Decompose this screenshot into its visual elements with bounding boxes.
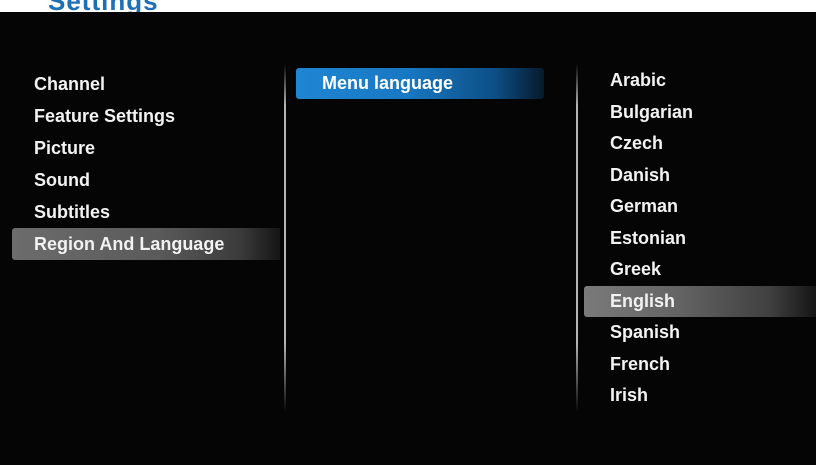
language-option-bulgarian[interactable]: Bulgarian [584,97,816,129]
language-option-german[interactable]: German [584,191,816,223]
settings-category-list: Channel Feature Settings Picture Sound S… [12,68,280,260]
menu-item-subtitles[interactable]: Subtitles [12,196,280,228]
menu-item-channel[interactable]: Channel [12,68,280,100]
top-banner: Settings [0,0,816,12]
language-option-french[interactable]: French [584,349,816,381]
language-option-arabic[interactable]: Arabic [584,65,816,97]
submenu-item-menu-language[interactable]: Menu language [296,68,544,99]
language-option-spanish[interactable]: Spanish [584,317,816,349]
language-option-estonian[interactable]: Estonian [584,223,816,255]
language-option-irish[interactable]: Irish [584,380,816,412]
menu-item-sound[interactable]: Sound [12,164,280,196]
language-option-czech[interactable]: Czech [584,128,816,160]
column-divider-left [284,64,286,412]
region-language-submenu: Menu language [296,68,544,99]
language-option-greek[interactable]: Greek [584,254,816,286]
menu-item-feature-settings[interactable]: Feature Settings [12,100,280,132]
menu-item-region-and-language[interactable]: Region And Language [12,228,280,260]
language-option-english[interactable]: English [584,285,816,317]
column-divider-right [576,64,578,412]
language-options-list: Arabic Bulgarian Czech Danish German Est… [584,65,816,412]
partial-page-heading: Settings [48,0,159,12]
language-option-danish[interactable]: Danish [584,160,816,192]
menu-item-picture[interactable]: Picture [12,132,280,164]
tv-menu-screen: Channel Feature Settings Picture Sound S… [0,12,816,465]
